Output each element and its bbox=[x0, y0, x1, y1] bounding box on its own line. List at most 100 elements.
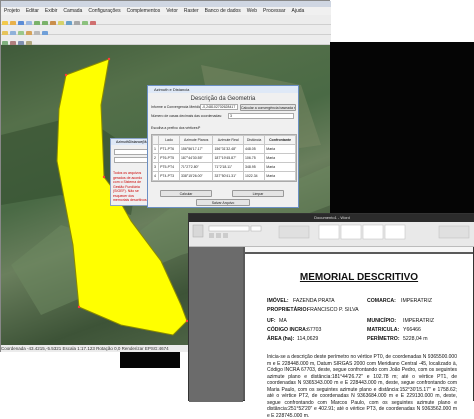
table-row[interactable]: 3 PT5-PT4 71°27'2.80" 71°2'18.11" 348.95… bbox=[151, 162, 296, 172]
area-value: 114,0629 bbox=[297, 336, 319, 342]
toolbar-row-3 bbox=[1, 35, 331, 47]
table-cell[interactable]: Maria bbox=[264, 144, 296, 154]
dialog-heading: Descrição da Geometria bbox=[190, 96, 256, 102]
table-cell[interactable]: 156°56'17.17" bbox=[178, 144, 214, 154]
municipio-label: MUNICÍPIO: bbox=[367, 318, 397, 324]
convergence-input[interactable]: -0,248102702628417 bbox=[200, 104, 238, 110]
area-label: ÁREA (ha): bbox=[267, 336, 295, 342]
paste-icon[interactable] bbox=[192, 224, 204, 238]
calculate-button[interactable]: Calcular bbox=[160, 190, 212, 197]
table-cell[interactable]: 156°31'32.48" bbox=[212, 144, 244, 154]
decimal-spinbox[interactable]: 3 bbox=[228, 113, 294, 119]
table-cell[interactable]: Maria bbox=[264, 162, 296, 172]
clear-button[interactable]: Limpar bbox=[232, 190, 284, 197]
table-row[interactable]: 1 PT1-PT6 156°56'17.17" 156°31'32.48" 44… bbox=[151, 144, 296, 154]
word-ruler bbox=[245, 247, 473, 252]
table-cell[interactable]: 448.05 bbox=[242, 144, 266, 154]
italic-icon[interactable] bbox=[216, 233, 221, 238]
imovel-label: IMÓVEL: bbox=[267, 298, 289, 304]
uf-value: MA bbox=[279, 318, 287, 324]
table-cell[interactable]: PT4-PT3 bbox=[158, 171, 180, 181]
menu-item-processar[interactable]: Processar bbox=[263, 8, 286, 14]
font-family-select[interactable] bbox=[208, 225, 250, 232]
table-cell[interactable]: 187°44'30.55" bbox=[178, 153, 214, 163]
codigo-incra-value: 67703 bbox=[307, 327, 322, 333]
menu-item-web[interactable]: Web bbox=[247, 8, 257, 14]
menu-item-camada[interactable]: Camada bbox=[63, 8, 82, 14]
font-size-select[interactable] bbox=[250, 225, 262, 232]
save-file-button[interactable]: Salvar Arquivo bbox=[196, 199, 250, 206]
table-cell[interactable]: 106.75 bbox=[242, 153, 266, 163]
menu-item-configuracoes[interactable]: Configurações bbox=[88, 8, 120, 14]
menu-item-ajuda[interactable]: Ajuda bbox=[292, 8, 305, 14]
vertex-prefix-value[interactable]: P bbox=[198, 126, 200, 130]
imovel-value: FAZENDA PRATA bbox=[293, 298, 335, 304]
ribbon-icons bbox=[192, 224, 470, 240]
toolbar-row-1 bbox=[1, 15, 331, 27]
matricula-label: MATRICULA: bbox=[367, 327, 400, 333]
table-cell[interactable]: PT1-PT6 bbox=[158, 144, 180, 154]
table-cell[interactable]: Maria bbox=[264, 153, 296, 163]
table-cell[interactable]: 338°15'26.00" bbox=[178, 171, 214, 181]
municipio-value: IMPERATRIZ bbox=[403, 318, 435, 324]
menu-item-projeto[interactable]: Projeto bbox=[4, 8, 20, 14]
table-cell[interactable]: 337°50'41.31" bbox=[212, 171, 244, 181]
table-row[interactable]: 4 PT4-PT3 338°15'26.00" 337°50'41.31" 10… bbox=[151, 171, 296, 181]
table-header: Azimute Planos bbox=[178, 135, 214, 145]
uf-label: UF: bbox=[267, 318, 276, 324]
table-cell[interactable]: 348.95 bbox=[242, 162, 266, 172]
document-title: MEMORIAL DESCRITIVO bbox=[299, 272, 419, 283]
table-header: Distância bbox=[242, 135, 266, 145]
menu-item-vetor[interactable]: Vetor bbox=[166, 8, 178, 14]
menu-item-banco[interactable]: Banco de dados bbox=[205, 8, 241, 14]
azimuth-distance-dialog: Azimuth e Distancia Descrição da Geometr… bbox=[147, 85, 299, 208]
table-header: Lado bbox=[158, 135, 180, 145]
convergence-label: Informe a Convergencia Meridiana: bbox=[151, 105, 203, 109]
dark-background bbox=[330, 42, 474, 214]
style-normal[interactable] bbox=[318, 224, 340, 240]
underline-icon[interactable] bbox=[223, 233, 228, 238]
back-dialog-field-1[interactable] bbox=[114, 149, 150, 155]
qgis-menubar: Projeto Editar Exibir Camada Configurações Co… bbox=[1, 7, 331, 15]
warning-text: Todos os arquivos gerados de acordo com … bbox=[113, 171, 148, 202]
table-cell[interactable]: 1022.34 bbox=[242, 171, 266, 181]
calc-convergence-button[interactable]: Calcular a convergência baseada na centr… bbox=[240, 103, 296, 111]
editing-group[interactable] bbox=[438, 225, 470, 239]
description-paragraph: Inicia-se a descrição deste perímetro no… bbox=[267, 354, 457, 419]
table-header: Confrontante bbox=[264, 135, 296, 145]
menu-item-raster[interactable]: Raster bbox=[184, 8, 199, 14]
word-left-gutter bbox=[189, 247, 243, 402]
perimetro-label: PERÍMETRO: bbox=[367, 336, 400, 342]
table-header: Azimute Real bbox=[212, 135, 244, 145]
word-ribbon bbox=[189, 222, 474, 247]
comarca-label: COMARCA: bbox=[367, 298, 396, 304]
perimetro-value: 5228,04 m bbox=[403, 336, 428, 342]
back-dialog-field-2[interactable] bbox=[114, 157, 150, 163]
codigo-incra-label: CÓDIGO INCRA: bbox=[267, 327, 308, 333]
bold-icon[interactable] bbox=[209, 233, 214, 238]
table-cell[interactable]: 71°2'18.11" bbox=[212, 162, 244, 172]
matricula-value: Y66466 bbox=[403, 327, 421, 333]
vertex-table: Lado Azimute Planos Azimute Real Distânc… bbox=[151, 134, 297, 182]
paragraph-group[interactable] bbox=[278, 225, 310, 239]
decimal-label: Número de casas decimais das coordenadas… bbox=[151, 114, 223, 118]
menu-item-exibir[interactable]: Exibir bbox=[45, 8, 58, 14]
style-heading-2[interactable] bbox=[384, 224, 406, 240]
table-header-row: Lado Azimute Planos Azimute Real Distânc… bbox=[151, 135, 296, 145]
word-titlebar: Documento1 - Word bbox=[189, 214, 474, 222]
table-cell[interactable]: 187°19'45.87" bbox=[212, 153, 244, 163]
word-window: Documento1 - Word MEMORIAL DESCRITIVO IM… bbox=[188, 213, 474, 419]
table-row[interactable]: 2 PT6-PT5 187°44'30.55" 187°19'45.87" 10… bbox=[151, 153, 296, 163]
table-cell[interactable]: PT6-PT5 bbox=[158, 153, 180, 163]
table-cell[interactable]: PT5-PT4 bbox=[158, 162, 180, 172]
menu-item-complementos[interactable]: Complementos bbox=[127, 8, 161, 14]
style-heading-1[interactable] bbox=[362, 224, 384, 240]
table-cell[interactable]: 71°27'2.80" bbox=[178, 162, 214, 172]
word-page[interactable]: MEMORIAL DESCRITIVO IMÓVEL: FAZENDA PRAT… bbox=[245, 254, 473, 419]
table-cell[interactable]: Maria bbox=[264, 171, 296, 181]
dialog-titlebar: Azimuth e Distancia bbox=[148, 86, 298, 93]
proprietario-label: PROPRIETÁRIO: bbox=[267, 307, 309, 313]
menu-item-editar[interactable]: Editar bbox=[26, 8, 39, 14]
style-no-spacing[interactable] bbox=[340, 224, 362, 240]
toolbar-row-2 bbox=[1, 25, 331, 37]
